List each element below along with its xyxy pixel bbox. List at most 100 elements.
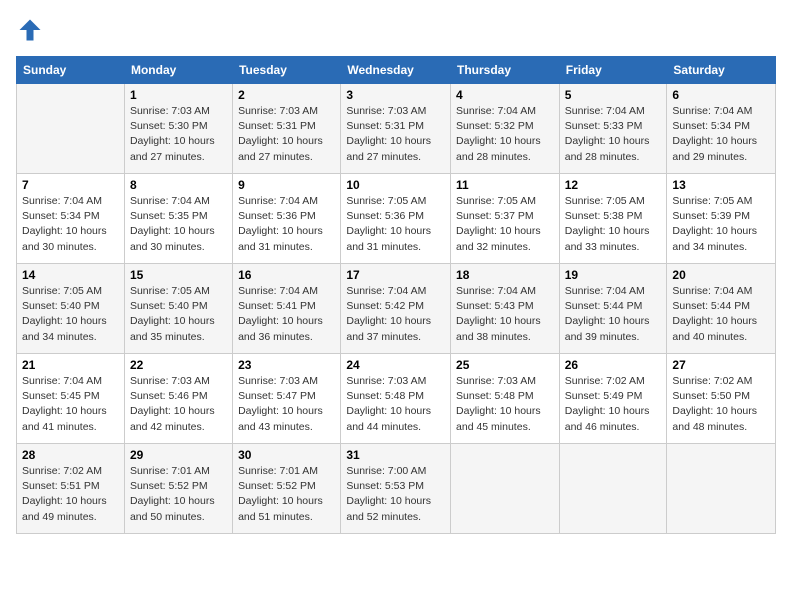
day-number: 18 — [456, 268, 554, 282]
day-cell: 23 Sunrise: 7:03 AM Sunset: 5:47 PM Dayli… — [233, 354, 341, 444]
week-row-3: 14 Sunrise: 7:05 AM Sunset: 5:40 PM Dayli… — [17, 264, 776, 354]
day-info: Sunrise: 7:04 AM Sunset: 5:42 PM Dayligh… — [346, 284, 445, 345]
day-number: 29 — [130, 448, 227, 462]
day-cell: 3 Sunrise: 7:03 AM Sunset: 5:31 PM Daylig… — [341, 84, 451, 174]
day-number: 8 — [130, 178, 227, 192]
day-cell — [559, 444, 667, 534]
day-info: Sunrise: 7:04 AM Sunset: 5:44 PM Dayligh… — [565, 284, 662, 345]
day-info: Sunrise: 7:05 AM Sunset: 5:38 PM Dayligh… — [565, 194, 662, 255]
day-cell — [667, 444, 776, 534]
day-info: Sunrise: 7:03 AM Sunset: 5:30 PM Dayligh… — [130, 104, 227, 165]
day-cell: 5 Sunrise: 7:04 AM Sunset: 5:33 PM Daylig… — [559, 84, 667, 174]
day-cell: 8Sunrise: 7:04 AM Sunset: 5:35 PM Daylig… — [124, 174, 232, 264]
day-number: 4 — [456, 88, 554, 102]
day-cell: 1 Sunrise: 7:03 AM Sunset: 5:30 PM Daylig… — [124, 84, 232, 174]
week-row-5: 28 Sunrise: 7:02 AM Sunset: 5:51 PM Dayli… — [17, 444, 776, 534]
day-info: Sunrise: 7:04 AM Sunset: 5:41 PM Dayligh… — [238, 284, 335, 345]
col-header-friday: Friday — [559, 57, 667, 84]
day-cell — [17, 84, 125, 174]
week-row-2: 7 Sunrise: 7:04 AM Sunset: 5:34 PM Daylig… — [17, 174, 776, 264]
day-info: Sunrise: 7:03 AM Sunset: 5:31 PM Dayligh… — [238, 104, 335, 165]
day-info: Sunrise: 7:05 AM Sunset: 5:36 PM Dayligh… — [346, 194, 445, 255]
day-info: Sunrise: 7:03 AM Sunset: 5:46 PM Dayligh… — [130, 374, 227, 435]
day-cell: 26 Sunrise: 7:02 AM Sunset: 5:49 PM Dayli… — [559, 354, 667, 444]
day-cell: 22 Sunrise: 7:03 AM Sunset: 5:46 PM Dayli… — [124, 354, 232, 444]
day-number: 7 — [22, 178, 119, 192]
day-info: Sunrise: 7:04 AM Sunset: 5:32 PM Dayligh… — [456, 104, 554, 165]
header-row: SundayMondayTuesdayWednesdayThursdayFrid… — [17, 57, 776, 84]
day-cell: 16 Sunrise: 7:04 AM Sunset: 5:41 PM Dayli… — [233, 264, 341, 354]
day-cell: 19 Sunrise: 7:04 AM Sunset: 5:44 PM Dayli… — [559, 264, 667, 354]
week-row-1: 1 Sunrise: 7:03 AM Sunset: 5:30 PM Daylig… — [17, 84, 776, 174]
day-number: 28 — [22, 448, 119, 462]
day-info: Sunrise: 7:04 AM Sunset: 5:34 PM Dayligh… — [672, 104, 770, 165]
col-header-thursday: Thursday — [451, 57, 560, 84]
day-cell: 17 Sunrise: 7:04 AM Sunset: 5:42 PM Dayli… — [341, 264, 451, 354]
col-header-tuesday: Tuesday — [233, 57, 341, 84]
day-number: 21 — [22, 358, 119, 372]
day-number: 2 — [238, 88, 335, 102]
day-cell: 4 Sunrise: 7:04 AM Sunset: 5:32 PM Daylig… — [451, 84, 560, 174]
page-header — [16, 16, 776, 44]
day-number: 16 — [238, 268, 335, 282]
day-info: Sunrise: 7:04 AM Sunset: 5:43 PM Dayligh… — [456, 284, 554, 345]
day-number: 13 — [672, 178, 770, 192]
day-info: Sunrise: 7:01 AM Sunset: 5:52 PM Dayligh… — [130, 464, 227, 525]
day-number: 25 — [456, 358, 554, 372]
day-info: Sunrise: 7:02 AM Sunset: 5:49 PM Dayligh… — [565, 374, 662, 435]
day-number: 22 — [130, 358, 227, 372]
day-info: Sunrise: 7:03 AM Sunset: 5:31 PM Dayligh… — [346, 104, 445, 165]
day-cell: 27Sunrise: 7:02 AM Sunset: 5:50 PM Dayli… — [667, 354, 776, 444]
logo-icon — [16, 16, 44, 44]
day-cell: 30 Sunrise: 7:01 AM Sunset: 5:52 PM Dayli… — [233, 444, 341, 534]
day-number: 14 — [22, 268, 119, 282]
day-number: 12 — [565, 178, 662, 192]
logo — [16, 16, 48, 44]
day-cell: 6 Sunrise: 7:04 AM Sunset: 5:34 PM Daylig… — [667, 84, 776, 174]
day-number: 23 — [238, 358, 335, 372]
day-cell: 12 Sunrise: 7:05 AM Sunset: 5:38 PM Dayli… — [559, 174, 667, 264]
col-header-saturday: Saturday — [667, 57, 776, 84]
day-number: 27 — [672, 358, 770, 372]
day-number: 5 — [565, 88, 662, 102]
col-header-wednesday: Wednesday — [341, 57, 451, 84]
day-info: Sunrise: 7:04 AM Sunset: 5:44 PM Dayligh… — [672, 284, 770, 345]
day-cell: 7 Sunrise: 7:04 AM Sunset: 5:34 PM Daylig… — [17, 174, 125, 264]
day-info: Sunrise: 7:03 AM Sunset: 5:47 PM Dayligh… — [238, 374, 335, 435]
day-number: 30 — [238, 448, 335, 462]
day-cell: 31Sunrise: 7:00 AM Sunset: 5:53 PM Dayli… — [341, 444, 451, 534]
day-cell: 2 Sunrise: 7:03 AM Sunset: 5:31 PM Daylig… — [233, 84, 341, 174]
day-info: Sunrise: 7:03 AM Sunset: 5:48 PM Dayligh… — [456, 374, 554, 435]
day-info: Sunrise: 7:03 AM Sunset: 5:48 PM Dayligh… — [346, 374, 445, 435]
day-info: Sunrise: 7:00 AM Sunset: 5:53 PM Dayligh… — [346, 464, 445, 525]
day-info: Sunrise: 7:01 AM Sunset: 5:52 PM Dayligh… — [238, 464, 335, 525]
day-number: 3 — [346, 88, 445, 102]
calendar-table: SundayMondayTuesdayWednesdayThursdayFrid… — [16, 56, 776, 534]
col-header-monday: Monday — [124, 57, 232, 84]
day-number: 6 — [672, 88, 770, 102]
day-info: Sunrise: 7:04 AM Sunset: 5:33 PM Dayligh… — [565, 104, 662, 165]
day-cell: 18 Sunrise: 7:04 AM Sunset: 5:43 PM Dayli… — [451, 264, 560, 354]
day-cell: 28 Sunrise: 7:02 AM Sunset: 5:51 PM Dayli… — [17, 444, 125, 534]
day-number: 17 — [346, 268, 445, 282]
day-number: 26 — [565, 358, 662, 372]
day-cell: 25 Sunrise: 7:03 AM Sunset: 5:48 PM Dayli… — [451, 354, 560, 444]
col-header-sunday: Sunday — [17, 57, 125, 84]
day-number: 24 — [346, 358, 445, 372]
day-cell: 10 Sunrise: 7:05 AM Sunset: 5:36 PM Dayli… — [341, 174, 451, 264]
day-info: Sunrise: 7:04 AM Sunset: 5:34 PM Dayligh… — [22, 194, 119, 255]
day-number: 10 — [346, 178, 445, 192]
day-number: 20 — [672, 268, 770, 282]
day-info: Sunrise: 7:02 AM Sunset: 5:51 PM Dayligh… — [22, 464, 119, 525]
day-cell: 29 Sunrise: 7:01 AM Sunset: 5:52 PM Dayli… — [124, 444, 232, 534]
day-cell: 9Sunrise: 7:04 AM Sunset: 5:36 PM Daylig… — [233, 174, 341, 264]
day-info: Sunrise: 7:05 AM Sunset: 5:37 PM Dayligh… — [456, 194, 554, 255]
day-cell: 13Sunrise: 7:05 AM Sunset: 5:39 PM Dayli… — [667, 174, 776, 264]
day-cell: 14 Sunrise: 7:05 AM Sunset: 5:40 PM Dayli… — [17, 264, 125, 354]
day-info: Sunrise: 7:05 AM Sunset: 5:40 PM Dayligh… — [130, 284, 227, 345]
day-number: 1 — [130, 88, 227, 102]
day-cell: 15Sunrise: 7:05 AM Sunset: 5:40 PM Dayli… — [124, 264, 232, 354]
day-number: 19 — [565, 268, 662, 282]
day-info: Sunrise: 7:05 AM Sunset: 5:40 PM Dayligh… — [22, 284, 119, 345]
day-cell: 20 Sunrise: 7:04 AM Sunset: 5:44 PM Dayli… — [667, 264, 776, 354]
